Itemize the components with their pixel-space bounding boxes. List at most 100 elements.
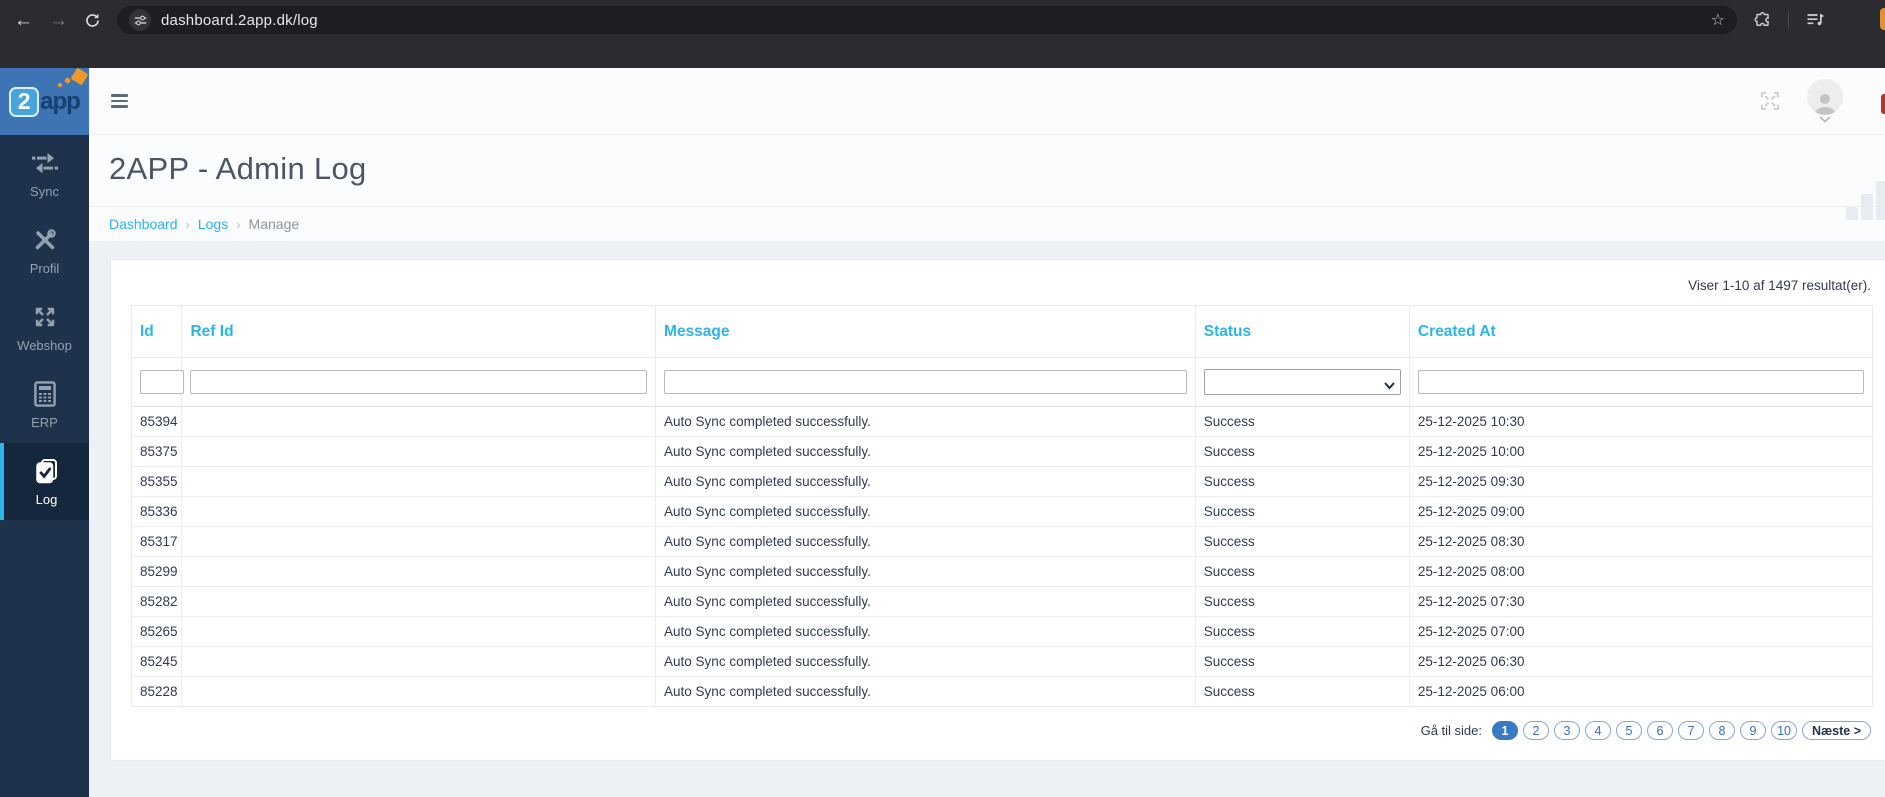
filter-row (131, 357, 1873, 407)
screen: ← → dashboard.2app.dk/log ☆ 2 app Sync P… (0, 0, 1885, 797)
pagination-label: Gå til side: (1420, 723, 1483, 738)
page-button-4[interactable]: 4 (1585, 721, 1612, 740)
page-button-10[interactable]: 10 (1771, 721, 1798, 740)
sidebar-item-label: ERP (31, 415, 58, 430)
sidebar-item-sync[interactable]: Sync (0, 135, 89, 212)
column-header-message[interactable]: Message (655, 305, 1196, 358)
table-row: 85245 Auto Sync completed successfully. … (131, 646, 1873, 677)
breadcrumb-dashboard[interactable]: Dashboard (109, 216, 178, 232)
refresh-icon[interactable] (84, 12, 101, 29)
createdat-filter-input[interactable] (1417, 370, 1864, 394)
cell-message: Auto Sync completed successfully. (655, 556, 1196, 587)
cell-id: 85282 (131, 586, 183, 617)
cell-message: Auto Sync completed successfully. (655, 436, 1196, 467)
chart-bars-icon (1846, 181, 1885, 220)
cell-refid (181, 496, 657, 527)
page-button-6[interactable]: 6 (1647, 721, 1674, 740)
message-filter-input[interactable] (664, 370, 1187, 394)
table-row: 85282 Auto Sync completed successfully. … (131, 586, 1873, 617)
url-text[interactable]: dashboard.2app.dk/log (161, 12, 1701, 29)
cell-id: 85228 (131, 676, 183, 707)
column-header-status[interactable]: Status (1195, 305, 1410, 358)
cell-refid (181, 586, 657, 617)
topbar (89, 68, 1885, 135)
media-queue-icon[interactable] (1805, 10, 1825, 30)
table-row: 85375 Auto Sync completed successfully. … (131, 436, 1873, 467)
cell-message: Auto Sync completed successfully. (655, 466, 1196, 497)
cell-status: Success (1195, 676, 1410, 707)
page-button-8[interactable]: 8 (1709, 721, 1736, 740)
page-button-7[interactable]: 7 (1678, 721, 1705, 740)
logo-orange-square (70, 67, 89, 85)
table-row: 85355 Auto Sync completed successfully. … (131, 466, 1873, 497)
cell-id: 85336 (131, 496, 183, 527)
sidebar-item-webshop[interactable]: Webshop (0, 289, 89, 366)
page-button-3[interactable]: 3 (1554, 721, 1581, 740)
cell-status: Success (1195, 406, 1410, 437)
sidebar-item-label: Webshop (17, 338, 72, 353)
cell-refid (181, 676, 657, 707)
page-button-1[interactable]: 1 (1492, 721, 1519, 740)
cell-message: Auto Sync completed successfully. (655, 646, 1196, 677)
title-band: 2APP - Admin Log (89, 135, 1885, 220)
cell-id: 85394 (131, 406, 183, 437)
page-button-5[interactable]: 5 (1616, 721, 1643, 740)
cell-id: 85355 (131, 466, 183, 497)
logo-2-tile: 2 (9, 86, 40, 117)
table-header-row: Id Ref Id Message Status Created At (131, 305, 1873, 358)
tools-icon (33, 226, 57, 254)
forward-arrow-icon[interactable]: → (49, 11, 68, 30)
sync-arrows-icon (31, 149, 58, 177)
table-row: 85299 Auto Sync completed successfully. … (131, 556, 1873, 587)
breadcrumb-logs[interactable]: Logs (198, 216, 228, 232)
back-arrow-icon[interactable]: ← (14, 11, 33, 30)
status-filter-select[interactable] (1203, 369, 1401, 395)
id-filter-input[interactable] (140, 370, 184, 394)
menu-hamburger-icon[interactable] (107, 90, 132, 111)
page-button-2[interactable]: 2 (1523, 721, 1550, 740)
cell-refid (181, 406, 657, 437)
log-check-icon (34, 457, 59, 485)
pagination: Gå til side: 1 2 3 4 5 6 7 8 9 10 Næste … (131, 721, 1871, 740)
cell-message: Auto Sync completed successfully. (655, 526, 1196, 557)
sidebar-item-erp[interactable]: ERP (0, 366, 89, 443)
sidebar-item-log[interactable]: Log (0, 443, 89, 520)
cell-createdat: 25-12-2025 10:00 (1409, 436, 1873, 467)
table-row: 85265 Auto Sync completed successfully. … (131, 616, 1873, 647)
cell-createdat: 25-12-2025 07:30 (1409, 586, 1873, 617)
column-header-id[interactable]: Id (131, 305, 183, 358)
profile-avatar-sliver[interactable] (1880, 8, 1885, 30)
table-row: 85394 Auto Sync completed successfully. … (131, 406, 1873, 437)
cell-refid (181, 616, 657, 647)
user-menu[interactable] (1807, 79, 1843, 123)
calculator-icon (33, 380, 56, 408)
url-bar[interactable]: dashboard.2app.dk/log ☆ (117, 6, 1737, 34)
sidebar-item-label: Log (35, 492, 58, 507)
cell-status: Success (1195, 466, 1410, 497)
cell-message: Auto Sync completed successfully. (655, 496, 1196, 527)
bookmark-star-icon[interactable]: ☆ (1711, 10, 1725, 30)
cell-refid (181, 526, 657, 557)
app-logo[interactable]: 2 app (0, 67, 89, 135)
page-title: 2APP - Admin Log (109, 151, 367, 186)
column-header-createdat[interactable]: Created At (1409, 305, 1873, 358)
cell-status: Success (1195, 586, 1410, 617)
cell-status: Success (1195, 616, 1410, 647)
table-row: 85228 Auto Sync completed successfully. … (131, 676, 1873, 707)
refid-filter-input[interactable] (190, 370, 648, 394)
cell-status: Success (1195, 496, 1410, 527)
results-summary: Viser 1-10 af 1497 resultat(er). (1688, 278, 1871, 293)
site-settings-icon[interactable] (129, 9, 151, 31)
breadcrumb-separator: › (236, 216, 241, 232)
next-page-button[interactable]: Næste > (1802, 721, 1871, 740)
page-button-9[interactable]: 9 (1740, 721, 1767, 740)
sidebar-item-label: Sync (30, 184, 59, 199)
cell-status: Success (1195, 436, 1410, 467)
user-avatar-icon[interactable] (1807, 79, 1843, 115)
breadcrumb: Dashboard › Logs › Manage (89, 207, 1885, 241)
extensions-icon[interactable] (1753, 11, 1772, 30)
logo-orange-dot (57, 81, 63, 88)
column-header-refid[interactable]: Ref Id (181, 305, 657, 358)
sidebar-item-profil[interactable]: Profil (0, 212, 89, 289)
fullscreen-toggle-icon[interactable] (1759, 90, 1781, 112)
